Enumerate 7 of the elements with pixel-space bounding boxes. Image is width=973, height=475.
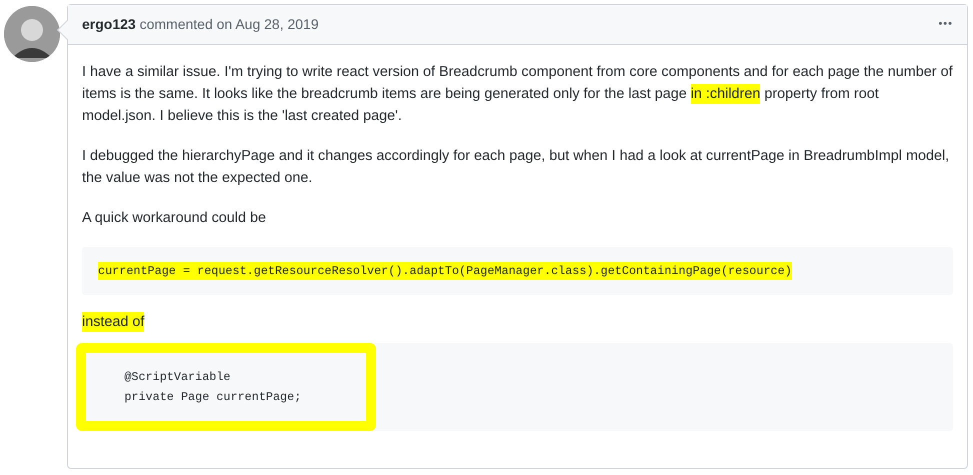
comment-header: ergo123 commented on Aug 28, 2019 <box>82 15 319 34</box>
highlighter-outline: @ScriptVariable private Page currentPage; <box>76 343 376 431</box>
comment-text: I debugged the hierarchyPage and it changes accordingly for each page, but when I had a look at currentPage in BreadrumbImpl model, the value was not the expected one. <box>82 147 950 188</box>
comment-text: A quick workaround could be <box>82 209 267 228</box>
more-options-button[interactable]: ••• <box>938 16 953 33</box>
comment-text: I have a similar issue. I'm trying to write react version of Breadcrumb component from core components and for each page the number of items is the same. It looks like the breadcrumb items are being generated only for the last page in :children property from root model.json. I believe this is the 'last created page'. <box>82 63 953 126</box>
code-block: currentPage = request.getResourceResolver().adaptTo(PageManager.class).getContainingPage(resource) <box>82 247 953 295</box>
